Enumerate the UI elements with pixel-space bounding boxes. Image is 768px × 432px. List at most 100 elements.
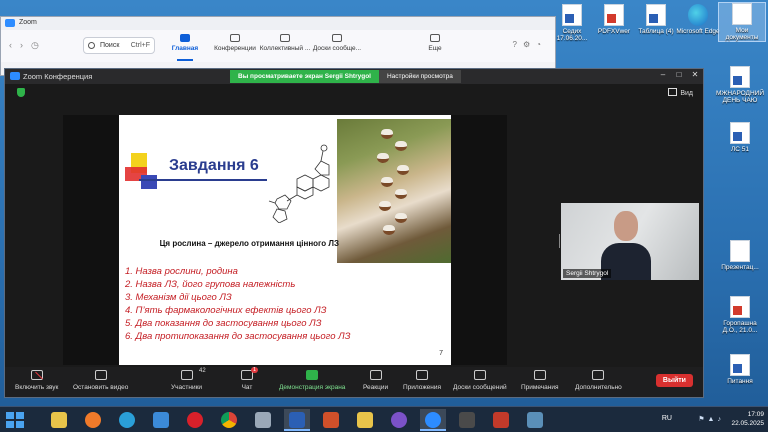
search-box[interactable]: Поиск Ctrl+F <box>83 37 155 54</box>
desktop-icon-ls51[interactable]: ЛС 51 <box>716 122 764 153</box>
taskbar-edge[interactable] <box>114 409 140 431</box>
taskbar-folder[interactable] <box>352 409 378 431</box>
view-button[interactable]: Вид <box>668 88 693 97</box>
taskbar-app-3[interactable] <box>488 409 514 431</box>
search-icon <box>88 42 95 49</box>
presentation-slide: Завдання 6 Ця рослина – джерело отриманн… <box>119 115 451 365</box>
photos-icon <box>527 412 543 428</box>
taskbar-explorer[interactable] <box>46 409 72 431</box>
task-item: 3. Механізм дії цього ЛЗ <box>125 292 232 303</box>
shared-screen: Завдання 6 Ця рослина – джерело отриманн… <box>63 115 507 365</box>
participant-name: Sergii Shtrygol <box>563 269 612 278</box>
apps-button[interactable]: Приложения <box>403 370 441 391</box>
zoom-logo-icon <box>10 72 20 80</box>
zoom-home-toolbar: ‹›◷ Поиск Ctrl+F Главная Конференции Кол… <box>1 30 555 62</box>
file-explorer-icon <box>51 412 67 428</box>
notes-button[interactable]: Примечания <box>521 370 559 391</box>
taskbar-viber[interactable] <box>386 409 412 431</box>
word-icon <box>289 412 305 428</box>
stop-video-button[interactable]: Остановить видео <box>73 370 128 391</box>
view-options-button[interactable]: Настройки просмотра <box>378 70 461 83</box>
unmute-button[interactable]: Включить звук <box>15 370 58 391</box>
participants-icon <box>180 370 193 380</box>
history-nav-icons[interactable]: ‹›◷ <box>9 40 47 51</box>
task-item: 6. Два протипоказання до застосування ць… <box>125 331 351 342</box>
desktop-icon-pdfxviewer[interactable]: PDFXVwer <box>590 4 638 35</box>
start-button[interactable] <box>4 411 26 429</box>
leave-meeting-button[interactable]: Выйти <box>655 374 693 387</box>
desktop-icon-edge[interactable]: Microsoft Edge <box>674 4 722 35</box>
reactions-button[interactable]: Реакции <box>363 370 388 391</box>
chat-icon: 1 <box>241 367 258 380</box>
plant-photo <box>337 119 451 263</box>
taskbar-app[interactable] <box>250 409 276 431</box>
more-button[interactable]: Дополнительно <box>575 370 622 391</box>
molecule-structure-image <box>268 144 330 223</box>
taskbar-firefox[interactable] <box>80 409 106 431</box>
taskbar-word[interactable] <box>284 409 310 431</box>
slide-number: 7 <box>439 350 443 357</box>
task-item: 2. Назва ЛЗ, його групова належність <box>125 279 296 290</box>
slide-subtitle: Ця рослина – джерело отримання цінного Л… <box>159 239 339 248</box>
tab-home[interactable]: Главная <box>159 34 211 61</box>
whiteboard-icon <box>332 34 342 42</box>
participants-button[interactable]: Участники <box>171 370 202 391</box>
zoom-home-titlebar: Zoom <box>1 17 555 30</box>
reactions-heart-icon <box>369 370 382 380</box>
maximize-icon[interactable]: □ <box>671 69 687 81</box>
microphone-muted-icon <box>30 370 43 380</box>
participants-count: 42 <box>199 368 206 374</box>
minimize-icon[interactable]: – <box>655 69 671 81</box>
taskbar-opera[interactable] <box>182 409 208 431</box>
desktop-icon-questions[interactable]: Питання <box>716 354 764 385</box>
taskbar-photos[interactable] <box>522 409 548 431</box>
video-camera-icon <box>230 34 240 42</box>
desktop-icon-presentation[interactable]: Презентац... <box>716 240 764 271</box>
tray-icons[interactable]: ⚑▲♪ <box>698 415 724 423</box>
taskbar-app-2[interactable] <box>454 409 480 431</box>
meeting-toolbar: Включить звук Остановить видео Участники… <box>5 367 703 397</box>
taskbar-media[interactable] <box>148 409 174 431</box>
language-indicator[interactable]: RU <box>662 415 672 422</box>
desktop-icon-tea-day[interactable]: МЖНАРОДНИЙ ДЕНЬ ЧАЮ <box>716 66 764 104</box>
word-doc-icon <box>646 4 666 26</box>
home-icon <box>180 34 190 42</box>
share-screen-button[interactable]: Демонстрация экрана <box>279 370 345 391</box>
apps-grid-icon <box>416 370 429 380</box>
task-item: 5. Два показання до застосування цього Л… <box>125 318 322 329</box>
desktop-icon-table[interactable]: Таблица (4) <box>632 4 680 35</box>
clock-time: 17:09 <box>747 411 764 418</box>
taskbar-powerpoint[interactable] <box>318 409 344 431</box>
chat-button[interactable]: 1 Чат <box>241 367 258 391</box>
desktop-icon-goropashna[interactable]: Горопашна Д.О., 21.0... <box>716 296 764 334</box>
zoom-home-right-icons[interactable]: ?⚙◔ <box>513 40 547 49</box>
more-dots-icon <box>592 370 605 380</box>
windows-logo-icon <box>6 412 14 419</box>
app-icon <box>255 412 271 428</box>
powerpoint-icon <box>323 412 339 428</box>
pdf-doc-icon <box>730 296 750 318</box>
screen-share-banner: Вы просматриваете экран Sergii Shtrygol … <box>230 70 461 83</box>
opera-icon <box>187 412 203 428</box>
media-player-icon <box>153 412 169 428</box>
participant-video-tile[interactable]: Sergii Shtrygol <box>561 203 699 280</box>
security-shield-icon[interactable] <box>17 88 25 97</box>
tab-meetings[interactable]: Конференции <box>209 34 261 52</box>
tab-whiteboards[interactable]: Доски сообще... <box>311 34 363 52</box>
clock[interactable]: 17:09 22.05.2025 <box>731 410 764 428</box>
viber-icon <box>391 412 407 428</box>
app-icon <box>493 412 509 428</box>
share-banner-text: Вы просматриваете экран Sergii Shtrygol <box>230 70 379 83</box>
zoom-home-window: Zoom ‹›◷ Поиск Ctrl+F Главная Конференци… <box>0 16 556 76</box>
desktop-icon-my-documents[interactable]: Мои документы <box>718 2 766 42</box>
taskbar-zoom[interactable] <box>420 409 446 431</box>
window-controls: – □ ✕ <box>655 69 703 81</box>
taskbar-chrome[interactable] <box>216 409 242 431</box>
tab-team-chat[interactable]: Коллективный ... <box>259 34 311 52</box>
close-icon[interactable]: ✕ <box>687 69 703 81</box>
whiteboard-icon <box>473 370 486 380</box>
tab-more[interactable]: Еще <box>409 34 461 52</box>
slide-divider <box>139 179 267 181</box>
more-dots-icon <box>430 34 440 42</box>
whiteboards-button[interactable]: Доски сообщений <box>453 370 507 391</box>
